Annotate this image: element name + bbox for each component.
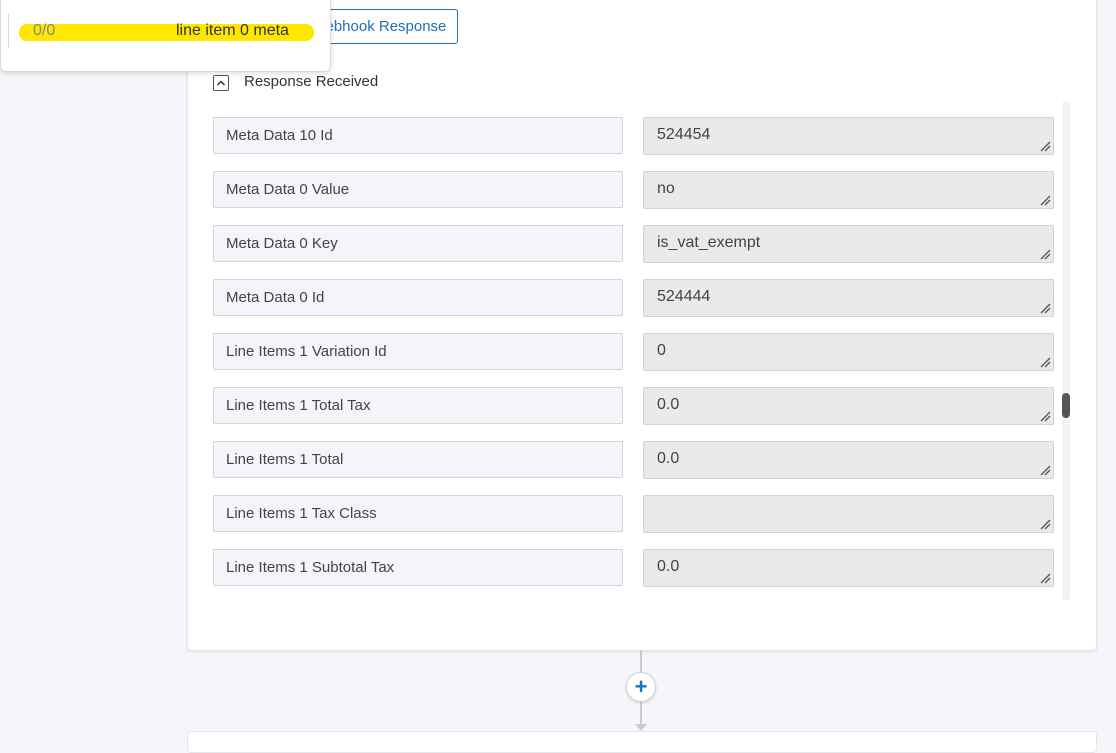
field-row: Line Items 1 Total 0.0	[213, 441, 1054, 479]
resize-grip-icon[interactable]	[1039, 356, 1051, 368]
field-value-text: 524444	[657, 288, 711, 305]
field-key: Line Items 1 Subtotal Tax	[213, 549, 623, 586]
collapse-toggle[interactable]	[213, 75, 229, 91]
resize-grip-icon[interactable]	[1039, 248, 1051, 260]
field-key: Meta Data 10 Id	[213, 117, 623, 154]
field-row: Line Items 1 Subtotal Tax 0.0	[213, 549, 1054, 587]
field-row: Meta Data 0 Id 524444	[213, 279, 1054, 317]
field-value[interactable]: 0.0	[643, 549, 1054, 587]
field-value-text: 0.0	[657, 450, 680, 467]
connector-arrow-icon	[635, 724, 647, 731]
field-value-text: 0	[657, 342, 666, 359]
field-value-text: 0.0	[657, 558, 680, 575]
resize-grip-icon[interactable]	[1039, 518, 1051, 530]
field-value-text: 524454	[657, 126, 711, 143]
plus-icon: +	[634, 674, 648, 699]
field-value[interactable]: 0	[643, 333, 1054, 371]
resize-grip-icon[interactable]	[1039, 194, 1051, 206]
field-key: Meta Data 0 Value	[213, 171, 623, 208]
webhook-response-label: Webhook Response	[311, 18, 447, 35]
field-value[interactable]	[643, 495, 1054, 533]
resize-grip-icon[interactable]	[1039, 302, 1051, 314]
field-value[interactable]: 0.0	[643, 441, 1054, 479]
find-input[interactable]: line item 0 meta	[176, 22, 289, 40]
add-step-button[interactable]: +	[626, 672, 656, 702]
field-value-text: is_vat_exempt	[657, 234, 761, 251]
response-section-title: Response Received	[244, 73, 379, 90]
scrollbar-thumb[interactable]	[1062, 393, 1070, 418]
popup-divider	[8, 14, 9, 48]
field-value[interactable]: 524444	[643, 279, 1054, 317]
scrollbar-track[interactable]	[1062, 101, 1070, 601]
field-row: Line Items 1 Variation Id 0	[213, 333, 1054, 371]
field-value-text: 0.0	[657, 396, 680, 413]
field-key: Line Items 1 Tax Class	[213, 495, 623, 532]
resize-grip-icon[interactable]	[1039, 464, 1051, 476]
field-row: Meta Data 0 Value no	[213, 171, 1054, 209]
field-key: Line Items 1 Total	[213, 441, 623, 478]
field-value-text: no	[657, 180, 675, 197]
field-value[interactable]: no	[643, 171, 1054, 209]
resize-grip-icon[interactable]	[1039, 410, 1051, 422]
field-value[interactable]: 0.0	[643, 387, 1054, 425]
field-key: Meta Data 0 Id	[213, 279, 623, 316]
find-in-page-popup: 0/0 line item 0 meta	[0, 0, 331, 72]
resize-grip-icon[interactable]	[1039, 140, 1051, 152]
next-step-card[interactable]	[187, 731, 1097, 753]
field-value[interactable]: 524454	[643, 117, 1054, 155]
chevron-up-icon	[216, 80, 226, 86]
field-row: Line Items 1 Tax Class	[213, 495, 1054, 533]
find-match-count: 0/0	[33, 22, 56, 39]
field-row: Meta Data 10 Id 524454	[213, 117, 1054, 155]
field-key: Line Items 1 Total Tax	[213, 387, 623, 424]
field-row: Meta Data 0 Key is_vat_exempt	[213, 225, 1054, 263]
field-key: Line Items 1 Variation Id	[213, 333, 623, 370]
field-row: Line Items 1 Total Tax 0.0	[213, 387, 1054, 425]
field-value[interactable]: is_vat_exempt	[643, 225, 1054, 263]
field-key: Meta Data 0 Key	[213, 225, 623, 262]
resize-grip-icon[interactable]	[1039, 572, 1051, 584]
